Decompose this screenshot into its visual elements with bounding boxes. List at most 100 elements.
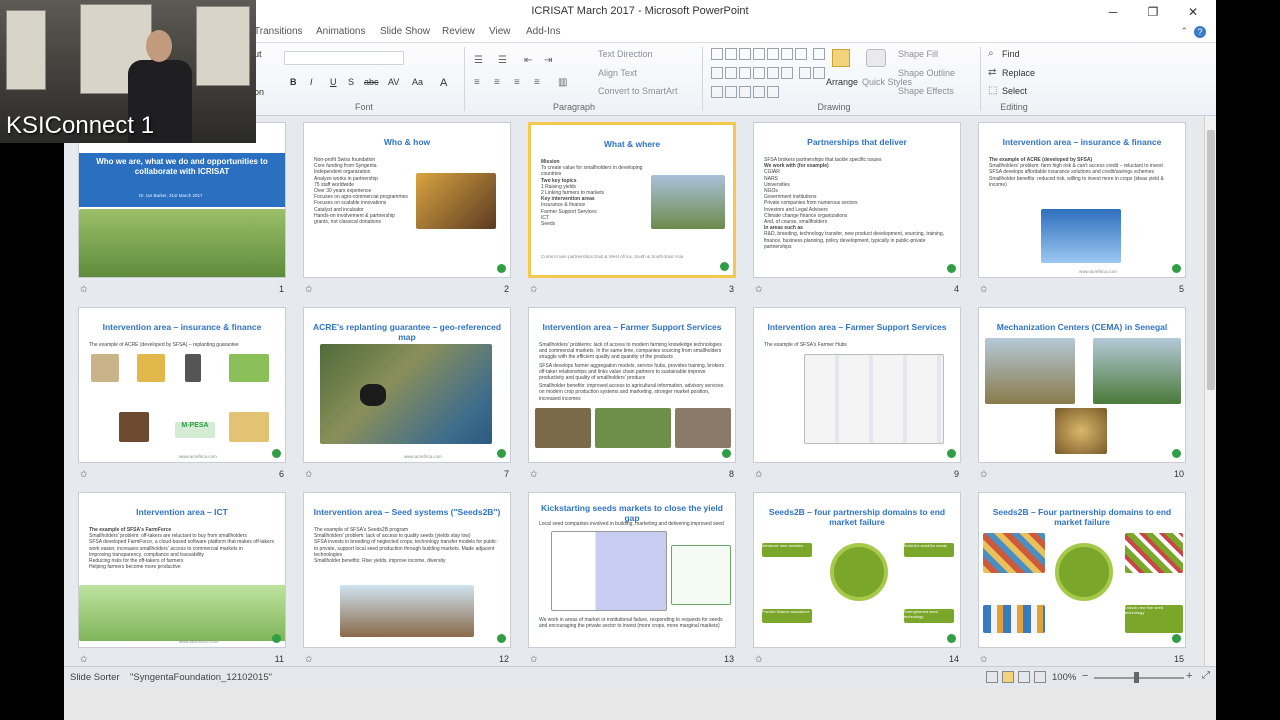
tab-add-ins[interactable]: Add-Ins: [526, 26, 560, 37]
zoom-in-button[interactable]: +: [1186, 670, 1192, 682]
partner-logos: [983, 605, 1045, 633]
underline-button[interactable]: U: [330, 77, 337, 87]
group-separator: [702, 47, 703, 111]
slide-title: Mechanization Centers (CEMA) in Senegal: [996, 322, 1168, 332]
arrange-button[interactable]: Arrange: [826, 77, 858, 87]
find-button[interactable]: Find: [1002, 49, 1020, 59]
slide-transition-icon: ✩: [530, 654, 538, 664]
font-color-button[interactable]: A: [440, 77, 447, 89]
slide-thumbnail[interactable]: Seeds2B – Four partnership domains to en…: [978, 492, 1186, 666]
replace-button[interactable]: Replace: [1002, 68, 1035, 78]
mpesa-logo: M-PESA: [175, 422, 215, 438]
harvester-photo: [985, 338, 1075, 404]
slide-number: 2: [503, 284, 509, 294]
vertical-scrollbar[interactable]: [1204, 116, 1216, 666]
zoom-level[interactable]: 100%: [1052, 672, 1076, 683]
slide-title: Intervention area – ICT: [136, 507, 228, 517]
slide-thumbnail[interactable]: Kickstarting seeds markets to close the …: [528, 492, 736, 666]
theme-name[interactable]: "SyngentaFoundation_12102015": [130, 672, 272, 683]
slide-thumbnail[interactable]: Intervention area – insurance & finance …: [978, 122, 1186, 300]
tab-slide-show[interactable]: Slide Show: [380, 26, 430, 37]
change-case-button[interactable]: Aa: [412, 77, 423, 87]
slide-sorter-pane: Who we are, what we do and opportunities…: [64, 116, 1204, 666]
slide-number: 3: [728, 284, 734, 294]
slide-title: Seeds2B – Four partnership domains to en…: [992, 507, 1172, 527]
logo-icon: [1172, 634, 1181, 643]
slide-title: Intervention area – insurance & finance: [102, 322, 262, 332]
slide-thumbnail[interactable]: Seeds2B – four partnership domains to en…: [753, 492, 961, 666]
shapes-gallery[interactable]: [710, 47, 828, 98]
columns-icon[interactable]: ▥: [558, 77, 567, 88]
slide-transition-icon: ✩: [530, 284, 538, 294]
slide-transition-icon: ✩: [80, 469, 88, 479]
step-photo: [229, 354, 269, 382]
slide-thumbnail[interactable]: Mechanization Centers (CEMA) in Senegal …: [978, 307, 1186, 485]
slide-thumbnail[interactable]: Partnerships that deliver SFSA brokers p…: [753, 122, 961, 300]
phone-photo: [185, 354, 201, 382]
minimize-button[interactable]: ─: [1098, 2, 1128, 22]
tab-view[interactable]: View: [489, 26, 511, 37]
logo-icon: [1172, 264, 1181, 273]
slide-thumbnail[interactable]: What & where Mission To create value for…: [528, 122, 736, 300]
slide-body: We work in areas of market or institutio…: [539, 617, 727, 629]
close-button[interactable]: ✕: [1178, 2, 1208, 22]
align-text-button[interactable]: Align Text: [598, 68, 637, 78]
slide-number: 9: [953, 469, 959, 479]
slide-thumbnail[interactable]: Intervention area – ICT The example of S…: [78, 492, 286, 666]
align-left-icon[interactable]: ≡: [474, 77, 480, 88]
font-name-dropdown[interactable]: [284, 51, 404, 65]
domain-box: Unlock new fine seed technology: [1125, 605, 1183, 633]
justify-icon[interactable]: ≡: [534, 77, 540, 88]
strikethrough-button[interactable]: abc: [364, 77, 379, 87]
slide-thumbnail[interactable]: Intervention area – Farmer Support Servi…: [528, 307, 736, 485]
matrix-diagram: [551, 531, 667, 611]
shape-fill-button[interactable]: Shape Fill: [898, 49, 938, 59]
zoom-slider[interactable]: [1094, 677, 1184, 679]
select-button[interactable]: Select: [1002, 86, 1027, 96]
align-right-icon[interactable]: ≡: [514, 77, 520, 88]
slide-transition-icon: ✩: [980, 284, 988, 294]
slide-footer: www.acrefrica.com: [1079, 269, 1117, 274]
convert-smartart-button[interactable]: Convert to SmartArt: [598, 86, 678, 96]
field-photo: [651, 175, 725, 229]
tab-animations[interactable]: Animations: [316, 26, 365, 37]
text-direction-button[interactable]: Text Direction: [598, 49, 653, 59]
domain-circle: [830, 543, 888, 601]
logo-icon: [497, 634, 506, 643]
logo-icon: [722, 449, 731, 458]
view-name: Slide Sorter: [70, 672, 120, 683]
slide-thumbnail[interactable]: Intervention area – Seed systems ("Seeds…: [303, 492, 511, 666]
restore-button[interactable]: ❐: [1138, 2, 1168, 22]
zoom-out-button[interactable]: −: [1082, 670, 1088, 682]
increase-indent-icon[interactable]: ⇥: [544, 55, 552, 66]
poster: [196, 6, 250, 86]
scrollbar-thumb[interactable]: [1207, 130, 1215, 390]
bullet: SFSA developed FarmForce, a cloud-based …: [89, 539, 274, 552]
normal-view-icon[interactable]: [986, 671, 998, 683]
shadow-button[interactable]: S: [348, 77, 354, 87]
align-center-icon[interactable]: ≡: [494, 77, 500, 88]
tab-review[interactable]: Review: [442, 26, 475, 37]
slide-show-icon[interactable]: [1034, 671, 1046, 683]
reading-view-icon[interactable]: [1018, 671, 1030, 683]
slide-thumbnail[interactable]: Who we are, what we do and opportunities…: [78, 122, 286, 300]
minimize-ribbon-icon[interactable]: ⌃: [1180, 26, 1188, 37]
shape-effects-button[interactable]: Shape Effects: [898, 86, 954, 96]
slide-title: Intervention area – Seed systems ("Seeds…: [313, 507, 501, 517]
char-spacing-button[interactable]: AV: [388, 77, 399, 87]
slide-thumbnail[interactable]: Intervention area – insurance & finance …: [78, 307, 286, 485]
zoom-slider-knob[interactable]: [1134, 672, 1139, 683]
slide-thumbnail[interactable]: Intervention area – Farmer Support Servi…: [753, 307, 961, 485]
shape-outline-button[interactable]: Shape Outline: [898, 68, 955, 78]
help-icon[interactable]: ?: [1194, 26, 1206, 38]
slide-sorter-view-icon[interactable]: [1002, 671, 1014, 683]
tab-transitions[interactable]: Transitions: [254, 26, 303, 37]
slide-thumbnail[interactable]: ACRE's replanting guarantee – geo-refere…: [303, 307, 511, 485]
fit-to-window-icon[interactable]: ⤢: [1202, 670, 1210, 681]
slide-thumbnail[interactable]: Who & how Non-profit Swiss foundation Co…: [303, 122, 511, 300]
bullets-icon[interactable]: ☰: [474, 55, 483, 66]
italic-button[interactable]: I: [310, 77, 313, 87]
bold-button[interactable]: B: [290, 77, 297, 87]
decrease-indent-icon[interactable]: ⇤: [524, 55, 532, 66]
numbering-icon[interactable]: ☰: [498, 55, 507, 66]
